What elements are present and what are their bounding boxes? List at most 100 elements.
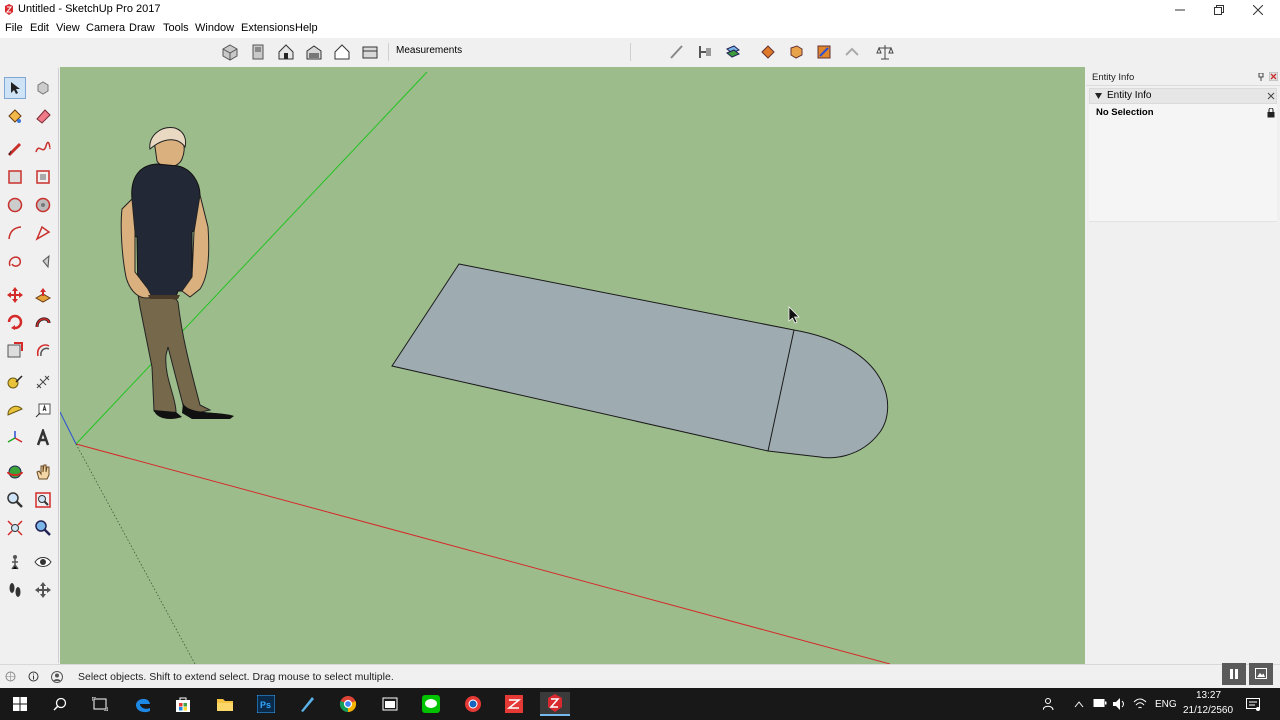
push-pull-tool[interactable] xyxy=(32,284,54,306)
lock-icon[interactable] xyxy=(1267,108,1275,118)
iso-view-button[interactable] xyxy=(221,43,239,61)
collapse-triangle-icon[interactable] xyxy=(1095,93,1102,99)
select-tool[interactable] xyxy=(4,77,26,99)
freehand-tool[interactable] xyxy=(32,138,54,160)
left-view-button[interactable] xyxy=(361,43,379,61)
walk-tool[interactable] xyxy=(4,579,26,601)
measurements-box[interactable]: Measurements xyxy=(388,43,631,61)
entity-info-panel-header[interactable]: Entity Info xyxy=(1089,88,1277,104)
screenshot-button[interactable] xyxy=(1249,663,1273,685)
axes-tool[interactable] xyxy=(4,427,26,449)
store-button[interactable] xyxy=(168,692,198,716)
menu-help[interactable]: Help xyxy=(295,22,318,34)
menu-file[interactable]: File xyxy=(5,22,23,34)
rotated-rectangle-tool[interactable] xyxy=(32,166,54,188)
browser-app-button[interactable] xyxy=(458,692,488,716)
move-tool[interactable] xyxy=(4,284,26,306)
menu-window[interactable]: Window xyxy=(195,22,234,34)
action-center-icon[interactable] xyxy=(1246,697,1260,711)
pause-recording-button[interactable] xyxy=(1222,663,1246,685)
xray-button[interactable] xyxy=(724,43,742,61)
two-point-arc-tool[interactable] xyxy=(32,222,54,244)
chevron-up-icon[interactable] xyxy=(1074,700,1084,708)
line-tool[interactable] xyxy=(4,138,26,160)
zoom-extents-tool[interactable] xyxy=(4,517,26,539)
offset-tool[interactable] xyxy=(32,339,54,361)
right-view-button[interactable] xyxy=(305,43,323,61)
menu-extensions[interactable]: Extensions xyxy=(241,22,295,34)
pie-tool[interactable] xyxy=(32,250,54,272)
start-button[interactable] xyxy=(5,692,35,716)
zoom-window-tool[interactable] xyxy=(32,489,54,511)
rectangle-tool[interactable] xyxy=(4,166,26,188)
rotate-tool[interactable] xyxy=(4,311,26,333)
sketchup-app-button[interactable] xyxy=(540,692,570,716)
drawing-viewport[interactable] xyxy=(60,67,1085,664)
menu-tools[interactable]: Tools xyxy=(163,22,189,34)
panel-close-icon[interactable] xyxy=(1267,92,1275,100)
menu-draw[interactable]: Draw xyxy=(129,22,155,34)
pin-icon[interactable] xyxy=(1258,73,1264,81)
arc-tool[interactable] xyxy=(4,222,26,244)
photoshop-button[interactable]: Ps xyxy=(251,692,281,716)
search-button[interactable] xyxy=(45,692,75,716)
tray-close-icon[interactable] xyxy=(1269,72,1278,81)
top-view-button[interactable] xyxy=(249,43,267,61)
credits-info-icon[interactable] xyxy=(28,671,39,682)
close-button[interactable] xyxy=(1238,0,1278,20)
speaker-icon[interactable] xyxy=(1113,698,1125,710)
menu-view[interactable]: View xyxy=(56,22,80,34)
scale-button[interactable] xyxy=(876,43,894,61)
position-camera-tool[interactable] xyxy=(4,551,26,573)
front-view-button[interactable] xyxy=(277,43,295,61)
input-language[interactable]: ENG xyxy=(1155,699,1177,710)
geo-location-icon[interactable] xyxy=(5,671,16,682)
menu-camera[interactable]: Camera xyxy=(86,22,125,34)
battery-icon[interactable] xyxy=(1093,698,1107,708)
section-plane-tool[interactable] xyxy=(32,579,54,601)
menu-edit[interactable]: Edit xyxy=(30,22,49,34)
sketchup-layout-button[interactable] xyxy=(499,692,529,716)
model-info-button[interactable] xyxy=(815,43,833,61)
protractor-tool[interactable] xyxy=(4,399,26,421)
undo-style-button[interactable] xyxy=(843,43,861,61)
zoom-tool[interactable] xyxy=(4,489,26,511)
tape-measure-tool[interactable] xyxy=(4,371,26,393)
text-tool[interactable] xyxy=(32,399,54,421)
edge-browser-button[interactable] xyxy=(128,692,158,716)
dimension-tool[interactable] xyxy=(32,371,54,393)
scene-canvas[interactable] xyxy=(60,67,1085,664)
paint-bucket-style-button[interactable] xyxy=(759,43,777,61)
follow-me-tool[interactable] xyxy=(32,311,54,333)
scale-figure-person[interactable] xyxy=(120,127,234,419)
3d-text-tool[interactable] xyxy=(32,427,54,449)
line-app-button[interactable] xyxy=(416,692,446,716)
circle-tool[interactable] xyxy=(4,194,26,216)
people-icon[interactable] xyxy=(1043,698,1057,710)
file-explorer-button[interactable] xyxy=(210,692,240,716)
user-account-icon[interactable] xyxy=(51,671,63,683)
pen-app-button[interactable] xyxy=(292,692,322,716)
pan-tool[interactable] xyxy=(32,461,54,483)
eraser-tool[interactable] xyxy=(32,105,54,127)
orbit-tool[interactable] xyxy=(4,461,26,483)
look-around-tool[interactable] xyxy=(32,551,54,573)
back-view-button[interactable] xyxy=(333,43,351,61)
clock-date[interactable]: 21/12/2560 xyxy=(1183,705,1233,716)
scale-tool[interactable] xyxy=(4,339,26,361)
three-point-arc-tool[interactable] xyxy=(4,250,26,272)
paint-bucket-tool[interactable] xyxy=(4,105,26,127)
media-app-button[interactable] xyxy=(375,692,405,716)
previous-view-tool[interactable] xyxy=(32,517,54,539)
wifi-icon[interactable] xyxy=(1133,698,1147,710)
chrome-button[interactable] xyxy=(333,692,363,716)
make-component-tool[interactable] xyxy=(32,77,54,99)
rounded-face-shape[interactable] xyxy=(391,263,889,459)
section-cut-button[interactable] xyxy=(696,43,714,61)
component-style-button[interactable] xyxy=(787,43,805,61)
polygon-tool[interactable] xyxy=(32,194,54,216)
section-plane-button[interactable] xyxy=(668,43,686,61)
clock-time[interactable]: 13:27 xyxy=(1196,690,1221,701)
task-view-button[interactable] xyxy=(85,692,115,716)
restore-button[interactable] xyxy=(1199,0,1239,20)
